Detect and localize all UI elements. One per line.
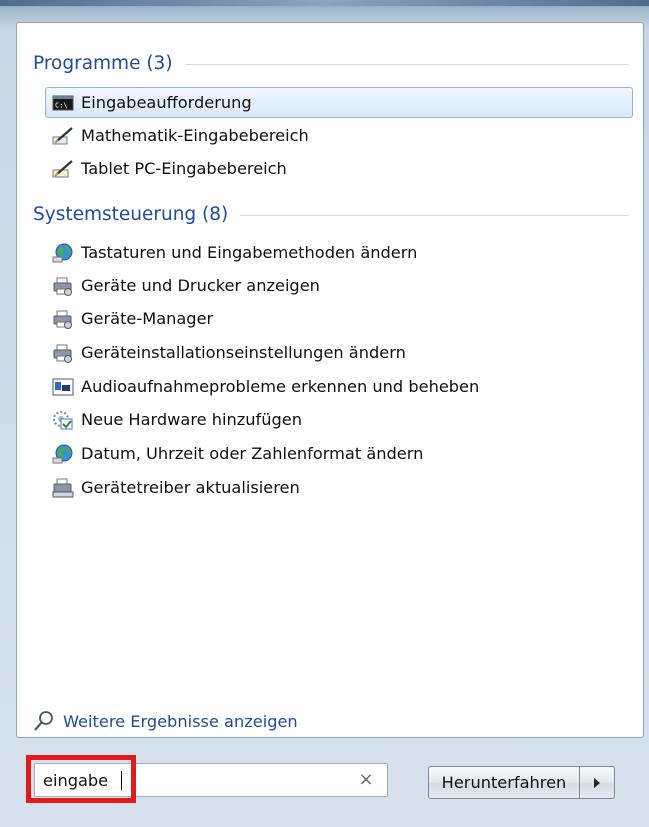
hardware-wizard-icon xyxy=(52,410,74,430)
frame-top-edge xyxy=(0,0,649,6)
globe-icon xyxy=(52,243,74,263)
result-item-label: Datum, Uhrzeit oder Zahlenformat ändern xyxy=(81,444,424,463)
result-item-label: Geräte und Drucker anzeigen xyxy=(81,276,320,295)
chevron-right-icon xyxy=(594,777,600,788)
search-input[interactable] xyxy=(43,768,343,792)
result-item-tablet-input[interactable]: Tablet PC-Eingabebereich xyxy=(45,153,633,184)
shutdown-label: Herunterfahren xyxy=(441,773,567,792)
section-header-programs: Programme (3) xyxy=(33,50,629,76)
clear-icon[interactable]: × xyxy=(357,770,375,790)
section-title-programs: Programme (3) xyxy=(33,52,173,74)
result-item-date-time-format[interactable]: Datum, Uhrzeit oder Zahlenformat ändern xyxy=(45,438,633,469)
result-item-devices-printers[interactable]: Geräte und Drucker anzeigen xyxy=(45,270,633,301)
section-divider xyxy=(184,64,629,65)
tablet-pen-icon xyxy=(52,159,74,179)
result-item-math-input[interactable]: Mathematik-Eingabebereich xyxy=(45,120,633,151)
result-item-label: Tastaturen und Eingabemethoden ändern xyxy=(81,243,418,262)
result-item-label: Geräteinstallationseinstellungen ändern xyxy=(81,343,406,362)
shutdown-button[interactable]: Herunterfahren xyxy=(428,766,579,799)
search-results-panel: Programme (3) C:\ Eingabeaufforderung Ma… xyxy=(16,22,644,738)
search-icon xyxy=(33,710,55,732)
globe-icon xyxy=(52,444,74,464)
result-item-label: Neue Hardware hinzufügen xyxy=(81,410,302,429)
more-results-label: Weitere Ergebnisse anzeigen xyxy=(63,711,298,731)
math-input-pen-icon xyxy=(52,126,74,146)
result-item-label: Audioaufnahmeprobleme erkennen und beheb… xyxy=(81,377,480,396)
result-item-audio-troubleshoot[interactable]: Audioaufnahmeprobleme erkennen und beheb… xyxy=(45,371,633,402)
text-caret xyxy=(121,771,122,790)
printer-icon xyxy=(52,343,74,363)
result-item-keyboards[interactable]: Tastaturen und Eingabemethoden ändern xyxy=(45,237,633,268)
shutdown-options-button[interactable] xyxy=(579,766,615,799)
result-item-label: Mathematik-Eingabebereich xyxy=(81,126,309,145)
result-item-update-drivers[interactable]: Gerätetreiber aktualisieren xyxy=(45,472,633,503)
command-prompt-icon: C:\ xyxy=(52,93,74,113)
result-item-label: Tablet PC-Eingabebereich xyxy=(81,159,287,178)
result-item-device-manager[interactable]: Geräte-Manager xyxy=(45,303,633,334)
section-title-control-panel: Systemsteuerung (8) xyxy=(33,203,229,225)
driver-update-icon xyxy=(52,478,74,498)
printer-icon xyxy=(52,276,74,296)
result-item-add-hardware[interactable]: Neue Hardware hinzufügen xyxy=(45,404,633,435)
result-item-label: Gerätetreiber aktualisieren xyxy=(81,478,300,497)
svg-text:C:\: C:\ xyxy=(55,101,68,109)
result-item-command-prompt[interactable]: C:\ Eingabeaufforderung xyxy=(45,87,633,118)
section-header-control-panel: Systemsteuerung (8) xyxy=(33,201,629,227)
section-divider xyxy=(240,215,629,216)
result-item-device-installation-settings[interactable]: Geräteinstallationseinstellungen ändern xyxy=(45,337,633,368)
result-item-label: Eingabeaufforderung xyxy=(81,93,252,112)
troubleshoot-icon xyxy=(52,377,74,397)
search-box[interactable]: × xyxy=(34,763,388,797)
start-menu-frame: Programme (3) C:\ Eingabeaufforderung Ma… xyxy=(0,0,649,827)
more-results-link[interactable]: Weitere Ergebnisse anzeigen xyxy=(33,709,298,733)
printer-icon xyxy=(52,309,74,329)
result-item-label: Geräte-Manager xyxy=(81,309,214,328)
